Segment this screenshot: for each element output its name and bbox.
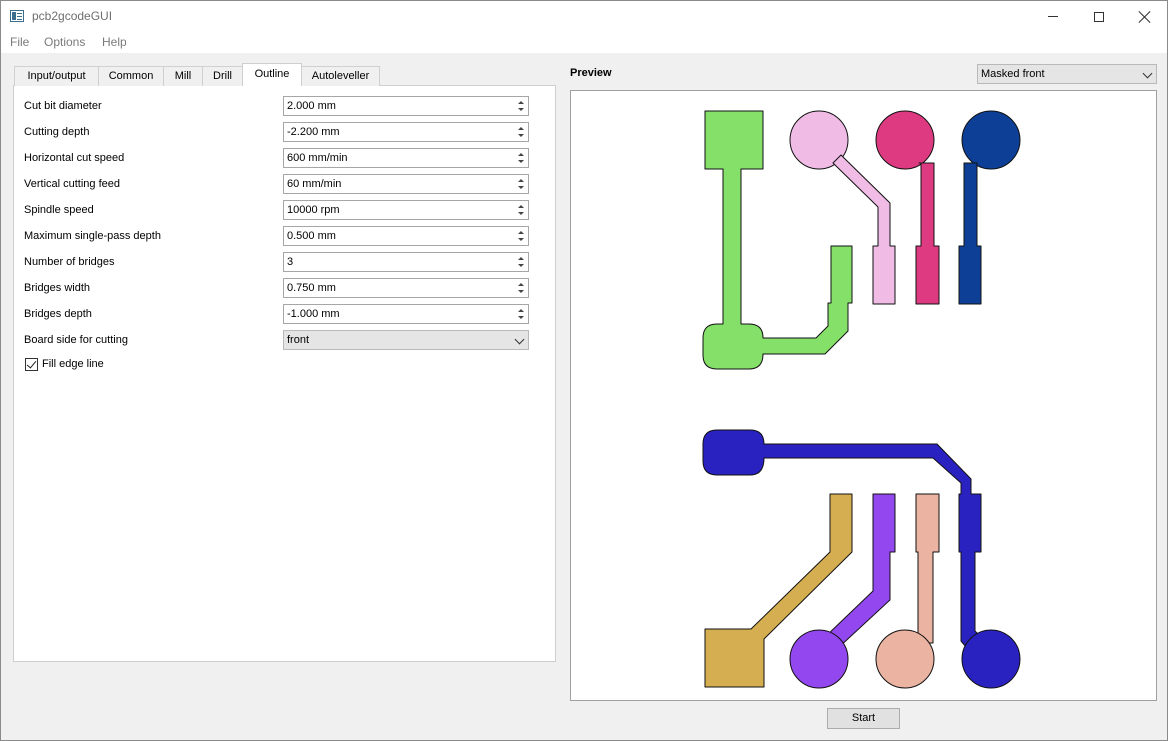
spin-up-arrow-icon[interactable]: [515, 125, 526, 132]
pcb-preview-image: [702, 110, 1021, 689]
checkmark-icon: [26, 358, 37, 369]
tab-outline[interactable]: Outline: [242, 63, 302, 86]
trace-salmon: [915, 493, 940, 644]
spin-down-arrow-icon[interactable]: [515, 106, 526, 113]
bridges-width-spinbox[interactable]: 0.750 mm: [283, 278, 529, 298]
tab-autoleveller[interactable]: Autoleveller: [301, 66, 380, 86]
spindle-speed-value: 10000 rpm: [287, 204, 340, 216]
pad-magenta: [875, 110, 935, 170]
minimize-icon: [1048, 16, 1058, 17]
bridges-depth-spinbox[interactable]: -1.000 mm: [283, 304, 529, 324]
menu-options[interactable]: Options: [44, 35, 85, 49]
bridges-depth-label: Bridges depth: [24, 308, 92, 320]
preview-mode-value: Masked front: [981, 68, 1045, 80]
bridges-width-value: 0.750 mm: [287, 282, 336, 294]
minimize-button[interactable]: [1030, 1, 1076, 32]
max-single-pass-depth-spinbox[interactable]: 0.500 mm: [283, 226, 529, 246]
start-button[interactable]: Start: [827, 708, 900, 729]
spin-down-arrow-icon[interactable]: [515, 158, 526, 165]
spin-down-arrow-icon[interactable]: [515, 210, 526, 217]
fill-edge-checkbox[interactable]: [25, 358, 38, 371]
cutting-depth-label: Cutting depth: [24, 126, 90, 138]
tab-common[interactable]: Common: [98, 66, 164, 86]
pad-blue: [961, 629, 1021, 689]
cutting-depth-spinbox[interactable]: -2.200 mm: [283, 122, 529, 142]
pad-navy: [961, 110, 1021, 170]
vertical-cutting-feed-spinbox[interactable]: 60 mm/min: [283, 174, 529, 194]
spin-down-arrow-icon[interactable]: [515, 132, 526, 139]
tab-input-output[interactable]: Input/output: [14, 66, 99, 86]
number-of-bridges-value: 3: [287, 256, 294, 268]
spin-down-arrow-icon[interactable]: [515, 236, 526, 243]
trace-navy: [958, 162, 982, 305]
spin-up-arrow-icon[interactable]: [515, 307, 526, 314]
chevron-down-icon: [514, 334, 525, 345]
spin-up-arrow-icon[interactable]: [515, 281, 526, 288]
vertical-cutting-feed-label: Vertical cutting feed: [24, 178, 121, 190]
spindle-speed-spinbox[interactable]: 10000 rpm: [283, 200, 529, 220]
close-icon: [1139, 11, 1151, 23]
board-side-select[interactable]: front: [283, 330, 529, 350]
maximize-icon: [1094, 11, 1104, 22]
preview-label: Preview: [570, 67, 612, 79]
close-button[interactable]: [1122, 1, 1168, 32]
spin-down-arrow-icon[interactable]: [515, 184, 526, 191]
menu-file[interactable]: File: [10, 35, 29, 49]
max-single-pass-depth-label: Maximum single-pass depth: [24, 230, 161, 242]
bridges-depth-value: -1.000 mm: [287, 308, 340, 320]
chevron-down-icon: [1142, 68, 1153, 79]
menu-bar: File Options Help: [1, 32, 1167, 53]
window-title: pcb2gcodeGUI: [32, 9, 113, 23]
number-of-bridges-label: Number of bridges: [24, 256, 115, 268]
tab-mill[interactable]: Mill: [163, 66, 203, 86]
max-single-pass-depth-value: 0.500 mm: [287, 230, 336, 242]
board-side-label: Board side for cutting: [24, 334, 128, 346]
fill-edge-label[interactable]: Fill edge line: [42, 358, 104, 370]
horizontal-cut-speed-spinbox[interactable]: 600 mm/min: [283, 148, 529, 168]
app-icon: [10, 10, 24, 22]
spin-up-arrow-icon[interactable]: [515, 203, 526, 210]
preview-mode-select[interactable]: Masked front: [977, 64, 1157, 84]
spin-down-arrow-icon[interactable]: [515, 288, 526, 295]
spin-down-arrow-icon[interactable]: [515, 314, 526, 321]
spin-up-arrow-icon[interactable]: [515, 255, 526, 262]
horizontal-cut-speed-label: Horizontal cut speed: [24, 152, 125, 164]
spin-up-arrow-icon[interactable]: [515, 151, 526, 158]
pad-salmon: [875, 629, 935, 689]
board-side-value: front: [287, 334, 310, 346]
cut-bit-diameter-spinbox[interactable]: 2.000 mm: [283, 96, 529, 116]
vertical-cutting-feed-value: 60 mm/min: [287, 178, 342, 190]
spindle-speed-label: Spindle speed: [24, 204, 94, 216]
trace-magenta: [915, 162, 940, 305]
main-window: pcb2gcodeGUI File Options Help Input/out…: [0, 0, 1168, 741]
spin-down-arrow-icon[interactable]: [515, 262, 526, 269]
preview-canvas: [570, 90, 1157, 701]
cut-bit-diameter-value: 2.000 mm: [287, 100, 336, 112]
spin-up-arrow-icon[interactable]: [515, 177, 526, 184]
maximize-button[interactable]: [1076, 1, 1122, 32]
spin-up-arrow-icon[interactable]: [515, 99, 526, 106]
spin-up-arrow-icon[interactable]: [515, 229, 526, 236]
menu-help[interactable]: Help: [102, 35, 127, 49]
outline-panel: [13, 85, 556, 662]
cutting-depth-value: -2.200 mm: [287, 126, 340, 138]
title-bar: pcb2gcodeGUI: [1, 1, 1167, 32]
number-of-bridges-spinbox[interactable]: 3: [283, 252, 529, 272]
pad-purple: [789, 629, 849, 689]
horizontal-cut-speed-value: 600 mm/min: [287, 152, 348, 164]
tab-drill[interactable]: Drill: [202, 66, 243, 86]
bridges-width-label: Bridges width: [24, 282, 91, 294]
cut-bit-diameter-label: Cut bit diameter: [24, 100, 102, 112]
